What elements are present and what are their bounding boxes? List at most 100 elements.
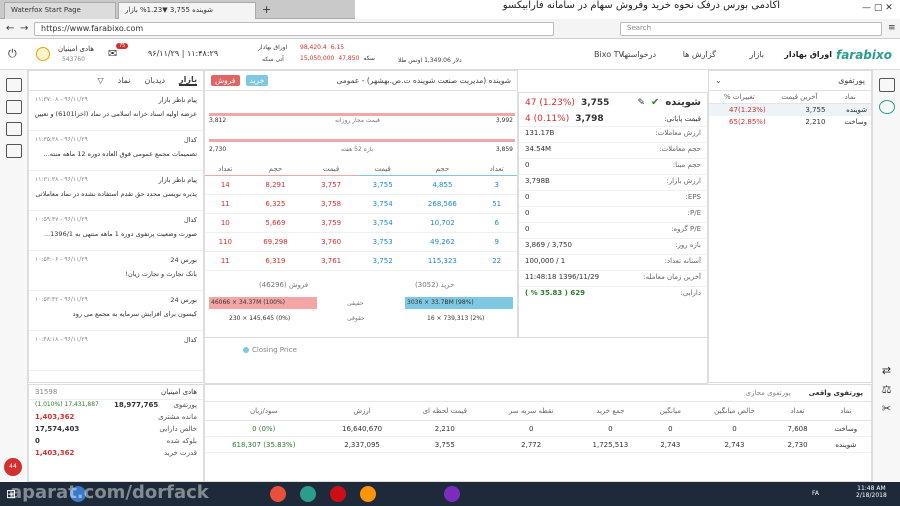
tab-label: Waterfox Start Page	[11, 6, 81, 14]
news-item[interactable]: بورس 24 ۹۶/۱۱/۲۹ - ۱۰:۵۳:۴۲ کیسون برای افز…	[29, 291, 203, 331]
table-row[interactable]: شوینده 2,730 2,743 2,743 1,725,513 2,772 3,755…	[205, 437, 871, 453]
nav-bazar[interactable]: بازار	[749, 50, 764, 59]
opera-icon[interactable]	[330, 486, 346, 502]
legend-label: Closing Price	[252, 346, 297, 354]
buy-cell: 9	[494, 238, 499, 246]
news-date: ۹۶/۱۱/۲۹ - ۱۱:۳۵:۳۸	[35, 136, 88, 143]
monitor-icon[interactable]	[878, 78, 895, 92]
news-source: کدال	[183, 216, 197, 224]
live-icon[interactable]: 44	[4, 458, 22, 476]
orderbook-row[interactable]: 11 6,319 3,761 3,752 115,323 22	[205, 252, 517, 271]
mail-icon[interactable]: ✉	[108, 47, 117, 60]
info-value: 3,798B	[525, 177, 550, 185]
account-value: 1,403,362	[35, 449, 75, 457]
portfolio-cell: 16,640,670	[342, 424, 383, 433]
table-row[interactable]: وساخت 2,210 (2.85%)65	[709, 116, 871, 128]
final-price-change: (0.11%) 4	[525, 114, 570, 124]
menu-icon[interactable]: ≡	[888, 23, 896, 33]
orderbook-row[interactable]: 110 69,298 3,760 3,753 49,262 9	[205, 233, 517, 252]
portfolio-cell: 2,210	[434, 424, 455, 433]
edit-icon[interactable]: ✎	[637, 98, 645, 108]
range-high: 3,992	[495, 117, 513, 124]
info-row: EPS: 0	[519, 190, 707, 206]
nav-bahadar[interactable]: اوراق بهادار	[784, 50, 832, 59]
news-item[interactable]: کدال ۹۶/۱۱/۲۹ - ۱۱:۳۵:۳۸ تصمیمات مجمع عموم…	[29, 131, 203, 171]
info-value: 629 ( 35.83 % )	[525, 289, 585, 297]
filter-icon[interactable]: ▽	[97, 76, 103, 85]
window-controls[interactable]: — ▢ ✕	[862, 3, 893, 13]
sell-cell: 6,319	[265, 257, 286, 265]
news-date: ۹۶/۱۱/۲۹ - ۱۰:۵۴:۰۶	[35, 256, 88, 263]
clock[interactable]: 11:48 AM 2/18/2018	[856, 485, 887, 499]
tools-icon[interactable]: ✂	[873, 402, 900, 415]
drop-icon[interactable]	[878, 100, 895, 114]
new-tab-icon[interactable]: +	[262, 3, 271, 16]
info-row: ارزش معاملات: 131.17B	[519, 126, 707, 142]
browser-tab-farabixo[interactable]: شوینده 3,755 ▼1.23% بازار	[118, 2, 256, 19]
chevron-down-icon[interactable]: ⌄	[715, 76, 722, 85]
buy-cell: 51	[492, 200, 502, 208]
sell-button[interactable]: فروش	[211, 75, 240, 86]
chart-doc-icon[interactable]	[5, 122, 22, 136]
cell-price: 3,755	[805, 106, 826, 114]
news-item[interactable]: بورس 24 ۹۶/۱۱/۲۹ - ۱۰:۵۴:۰۶ بانک تجارت و ت…	[29, 251, 203, 291]
address-input[interactable]: https://www.farabixo.com	[34, 22, 554, 36]
tab-virtual-portfolio[interactable]: پورتفوی مجازی	[746, 389, 791, 397]
table-row[interactable]: شوینده 3,755 (1.23%)47	[709, 103, 871, 116]
app-icon[interactable]	[444, 486, 460, 502]
portfolio-cell: 0	[528, 424, 534, 433]
transfer-icon[interactable]: ⇄	[873, 364, 900, 377]
list-icon[interactable]	[5, 144, 22, 158]
tab-namad[interactable]: نماد	[118, 76, 131, 85]
buy-haqiqi: 3036 × 33.7BM (98%)	[405, 297, 513, 309]
tab-didban[interactable]: دیدبان	[145, 76, 166, 85]
news-meta: کدال ۹۶/۱۱/۲۹ - ۱۱:۳۵:۳۸	[35, 136, 197, 144]
header-clock: ۹۶/۱۱/۲۹ | ۱۱:۴۸:۲۹	[148, 49, 219, 58]
account-row: مانده مشتری 1,403,362	[29, 412, 203, 424]
browser-search-input[interactable]: Search	[620, 22, 882, 36]
account-row: پورتفوی 18,977,765 17,431,887 (1,010%)	[29, 400, 203, 412]
avatar[interactable]	[36, 47, 50, 61]
closing-price-legend[interactable]: Closing Price	[243, 346, 297, 354]
power-icon[interactable]: ⏻	[8, 47, 17, 61]
farabixo-logo[interactable]: farabixo	[836, 48, 892, 62]
account-code: 31598	[35, 388, 58, 396]
forward-icon[interactable]: →	[20, 23, 28, 34]
clock-time: 11:48 AM	[857, 485, 886, 492]
orderbook-row[interactable]: 11 6,325 3,758 3,754 268,566 51	[205, 195, 517, 214]
scale-icon[interactable]: ⚖	[873, 383, 900, 396]
orderbook-row[interactable]: 10 5,669 3,759 3,754 10,702 6	[205, 214, 517, 233]
language-indicator[interactable]: FA	[812, 490, 819, 497]
account-key: بلوکه شده	[166, 437, 197, 445]
news-meta: بورس 24 ۹۶/۱۱/۲۹ - ۱۰:۵۴:۰۶	[35, 256, 197, 264]
doc-icon[interactable]	[5, 78, 22, 92]
sell-cell: 3,760	[321, 238, 342, 246]
back-icon[interactable]: ←	[6, 23, 14, 34]
buy-cell: 49,262	[430, 238, 455, 246]
tab-real-portfolio[interactable]: پورتفوی واقعی	[809, 389, 863, 397]
nav-bixo-tv[interactable]: Bixo TV	[594, 50, 624, 59]
nav-requests[interactable]: درخواستها	[622, 50, 656, 59]
app-icon[interactable]	[300, 486, 316, 502]
nav-reports[interactable]: گزارش ها	[683, 50, 716, 59]
news-list: پیام ناظر بازار ۹۶/۱۱/۲۹ - ۱۱:۳۷:۰۸ عرضه ا…	[29, 91, 203, 371]
col-header: سود/زیان	[205, 402, 323, 421]
news-item[interactable]: پیام ناظر بازار ۹۶/۱۱/۲۹ - ۱۱:۳۱:۳۸ پذیره …	[29, 171, 203, 211]
news-item[interactable]: کدال ۹۶/۱۱/۲۹ - ۱۰:۴۸:۱۸	[29, 331, 203, 371]
cell-symbol: وساخت	[844, 118, 867, 126]
info-value: 0	[525, 225, 530, 233]
table-row[interactable]: وساخت 7,608 0 0 0 0 2,210 16,640,670 (0%) 0	[205, 421, 871, 437]
news-item[interactable]: کدال ۹۶/۱۱/۲۹ - ۱۰:۵۹:۴۷ صورت وضعیت پرتفوی…	[29, 211, 203, 251]
tab-bazar[interactable]: بازار	[179, 75, 197, 86]
chrome-icon[interactable]	[270, 486, 286, 502]
info-key: بازه روز:	[675, 241, 701, 249]
news-item[interactable]: پیام ناظر بازار ۹۶/۱۱/۲۹ - ۱۱:۳۷:۰۸ عرضه ا…	[29, 91, 203, 131]
orderbook-row[interactable]: 14 8,291 3,757 3,755 4,855 3	[205, 176, 517, 195]
news-source: کدال	[183, 136, 197, 144]
sell-cell: 69,298	[263, 238, 288, 246]
week-range-bar	[209, 139, 515, 142]
clipboard-icon[interactable]	[5, 100, 22, 114]
browser-tab-start[interactable]: Waterfox Start Page	[4, 2, 116, 19]
buy-button[interactable]: خرید	[245, 75, 269, 86]
firefox-icon[interactable]	[360, 486, 376, 502]
